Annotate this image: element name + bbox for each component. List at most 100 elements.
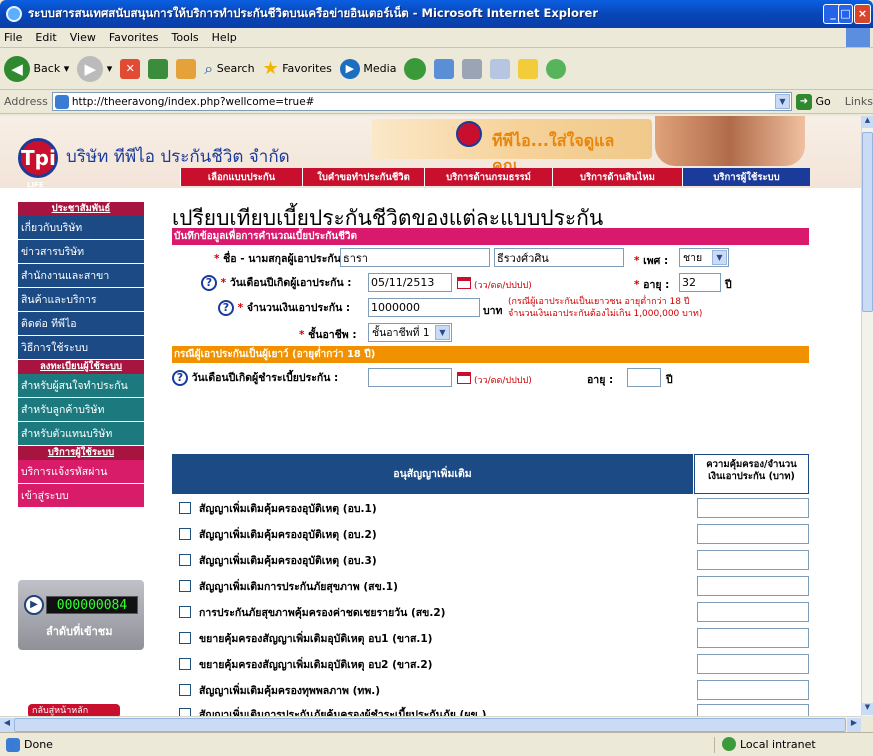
- age-row: * อายุ :: [634, 276, 669, 293]
- rider-amount-input[interactable]: [697, 680, 809, 700]
- logo-sub: LIFE: [27, 181, 44, 189]
- riders-col-amount-line2: เงินเอาประกัน (บาท): [708, 471, 795, 482]
- search-button[interactable]: ⌕ Search: [204, 59, 254, 79]
- rider-amount-input[interactable]: [697, 550, 809, 570]
- vertical-scrollbar[interactable]: ▲ ▼: [861, 116, 873, 716]
- folder-button[interactable]: [518, 58, 539, 79]
- scroll-right-icon[interactable]: ▶: [847, 718, 861, 732]
- nav-application[interactable]: ใบคำขอทำประกันชีวิต: [302, 168, 424, 186]
- help-icon[interactable]: ?: [218, 299, 234, 316]
- history-button[interactable]: [404, 57, 427, 80]
- print-icon: [462, 58, 483, 79]
- scroll-thumb[interactable]: [862, 132, 873, 312]
- dob-input[interactable]: [368, 273, 452, 292]
- sidebar-item-agents[interactable]: สำหรับตัวแทนบริษัท: [18, 422, 144, 446]
- company-name: บริษัท ทีพีไอ ประกันชีวิต จำกัด: [66, 147, 290, 167]
- menu-edit[interactable]: Edit: [35, 31, 56, 44]
- rider-amount-input[interactable]: [697, 524, 809, 544]
- rider-checkbox[interactable]: [179, 684, 191, 696]
- home-button[interactable]: [176, 58, 197, 79]
- sidebar-item-customers[interactable]: สำหรับลูกค้าบริษัท: [18, 398, 144, 422]
- rider-checkbox[interactable]: [179, 528, 191, 540]
- rider-amount-input[interactable]: [697, 602, 809, 622]
- rider-checkbox[interactable]: [179, 554, 191, 566]
- print-button[interactable]: [462, 58, 483, 79]
- sidebar-item-prospects[interactable]: สำหรับผู้สนใจทำประกัน: [18, 374, 144, 398]
- links-label[interactable]: Links: [845, 95, 873, 108]
- sidebar-item-offices[interactable]: สำนักงานและสาขา: [18, 264, 144, 288]
- calendar-icon[interactable]: [457, 372, 471, 384]
- scroll-down-icon[interactable]: ▼: [862, 703, 873, 715]
- calendar-icon[interactable]: [457, 277, 471, 289]
- age-input[interactable]: [679, 273, 721, 292]
- rider-label: การประกันภัยสุขภาพคุ้มครองค่าชดเชยรายวัน…: [199, 606, 446, 619]
- horizontal-scrollbar[interactable]: ◀ ▶: [0, 716, 861, 732]
- sidebar-item-howto[interactable]: วิธีการใช้ระบบ: [18, 336, 144, 360]
- rider-row: สัญญาเพิ่มเติมคุ้มครองอุบัติเหตุ (อบ.2): [172, 522, 809, 546]
- sidebar-item-login[interactable]: เข้าสู่ระบบ: [18, 484, 144, 508]
- close-button[interactable]: ×: [854, 4, 871, 24]
- media-button[interactable]: ▶ Media: [339, 58, 396, 79]
- occupation-select[interactable]: ชั้นอาชีพที่ 1 ▼: [368, 323, 452, 342]
- counter-label: ลำดับที่เข้าชม: [46, 625, 113, 638]
- forward-button[interactable]: ▶ ▾: [77, 55, 112, 82]
- sidebar-item-about[interactable]: เกี่ยวกับบริษัท: [18, 216, 144, 240]
- rider-label: ขยายคุ้มครองสัญญาเพิ่มเติมอุบัติเหตุ อบ2…: [199, 658, 433, 671]
- sex-label: เพศ :: [643, 255, 669, 267]
- favorites-button[interactable]: ★ Favorites: [263, 58, 332, 79]
- rider-checkbox[interactable]: [179, 606, 191, 618]
- age-label: อายุ :: [643, 279, 670, 291]
- stop-button[interactable]: ✕: [120, 58, 141, 79]
- menu-help[interactable]: Help: [212, 31, 237, 44]
- rider-amount-input[interactable]: [697, 498, 809, 518]
- first-name-input[interactable]: [340, 248, 490, 267]
- payer-dob-input[interactable]: [368, 368, 452, 387]
- messenger-button[interactable]: [546, 58, 567, 79]
- mail-button[interactable]: [434, 58, 455, 79]
- amount-input[interactable]: [368, 298, 480, 317]
- help-icon[interactable]: ?: [172, 369, 188, 386]
- site-header: Tpi LIFE บริษัท ทีพีไอ ประกันชีวิต จำกัด …: [0, 116, 861, 189]
- sidebar-item-contact[interactable]: ติดต่อ ทีพีไอ: [18, 312, 144, 336]
- section-minor-header: กรณีผู้เอาประกันเป็นผู้เยาว์ (อายุต่ำกว่…: [172, 346, 809, 363]
- sidebar-item-products[interactable]: สินค้าและบริการ: [18, 288, 144, 312]
- nav-select-plan[interactable]: เลือกแบบประกัน: [180, 168, 302, 186]
- last-name-input[interactable]: [494, 248, 624, 267]
- payer-age-input[interactable]: [627, 368, 661, 387]
- go-button[interactable]: ➜ Go: [795, 93, 831, 110]
- hscroll-thumb[interactable]: [14, 718, 846, 732]
- rider-checkbox[interactable]: [179, 708, 191, 716]
- nav-user-services[interactable]: บริการผู้ใช้ระบบ: [682, 168, 810, 186]
- scroll-left-icon[interactable]: ◀: [0, 718, 14, 732]
- rider-amount-input[interactable]: [697, 628, 809, 648]
- maximize-button[interactable]: □: [838, 4, 853, 24]
- rider-amount-input[interactable]: [697, 654, 809, 674]
- nav-policy-services[interactable]: บริการด้านกรมธรรม์: [424, 168, 552, 186]
- rider-checkbox[interactable]: [179, 658, 191, 670]
- scroll-up-icon[interactable]: ▲: [862, 116, 873, 128]
- back-button[interactable]: ◀ Back ▾: [4, 55, 69, 82]
- sidebar-item-news[interactable]: ข่าวสารบริษัท: [18, 240, 144, 264]
- rider-amount-input[interactable]: [697, 576, 809, 596]
- refresh-button[interactable]: [148, 58, 169, 79]
- menu-favorites[interactable]: Favorites: [109, 31, 159, 44]
- address-dropdown-icon[interactable]: ▼: [774, 94, 790, 109]
- sidebar-item-password[interactable]: บริการแจ้งรหัสผ่าน: [18, 460, 144, 484]
- rider-row: สัญญาเพิ่มเติมการประกันภัยสุขภาพ (สข.1): [172, 574, 809, 598]
- name-row: * ชื่อ - นามสกุลผู้เอาประกัน :: [214, 250, 349, 267]
- address-input[interactable]: http://theeravong/index.php?wellcome=tru…: [51, 92, 792, 111]
- rider-checkbox[interactable]: [179, 632, 191, 644]
- rider-checkbox[interactable]: [179, 580, 191, 592]
- menu-file[interactable]: File: [4, 31, 22, 44]
- rider-amount-input[interactable]: [697, 704, 809, 716]
- edit-button[interactable]: [490, 58, 511, 79]
- menu-view[interactable]: View: [70, 31, 96, 44]
- status-bar: Done Local intranet: [0, 732, 873, 756]
- menu-tools[interactable]: Tools: [172, 31, 199, 44]
- nav-claims-services[interactable]: บริการด้านสินไหม: [552, 168, 682, 186]
- back-home-button[interactable]: กลับสู่หน้าหลัก: [28, 704, 120, 716]
- rider-checkbox[interactable]: [179, 502, 191, 514]
- sex-select[interactable]: ชาย ▼: [679, 248, 729, 267]
- help-icon[interactable]: ?: [201, 274, 217, 291]
- address-url: http://theeravong/index.php?wellcome=tru…: [71, 95, 315, 108]
